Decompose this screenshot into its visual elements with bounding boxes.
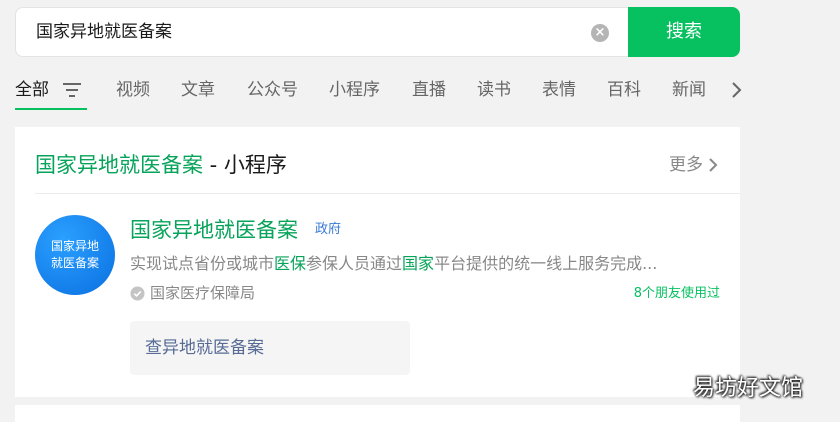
section-title: 国家异地就医备案 - 小程序 xyxy=(35,151,287,179)
search-input[interactable]: 国家异地就医备案 × xyxy=(15,7,629,57)
friends-used-count: 8个朋友使用过 xyxy=(633,286,720,301)
desc-text: 平台提供的统一线上服务完成... xyxy=(434,254,658,273)
tab-live[interactable]: 直播 xyxy=(412,78,446,102)
app-name-link[interactable]: 国家异地就医备案 xyxy=(130,216,298,244)
desc-text: 实现试点省份或城市 xyxy=(130,254,275,273)
clear-circle-icon[interactable]: × xyxy=(591,24,609,42)
tab-video[interactable]: 视频 xyxy=(116,78,150,102)
filter-icon[interactable] xyxy=(63,82,81,98)
divider xyxy=(35,193,740,194)
more-link[interactable]: 更多 xyxy=(669,153,718,177)
chevron-right-icon[interactable] xyxy=(730,80,744,100)
logo-text-line1: 国家异地 xyxy=(50,239,99,253)
provider-name: 国家医疗保障局 xyxy=(150,284,256,302)
government-tag: 政府 xyxy=(315,222,342,237)
section-title-suffix: - 小程序 xyxy=(203,153,287,177)
app-logo[interactable]: 国家异地 就医备案 xyxy=(35,215,115,295)
tab-encyclopedia[interactable]: 百科 xyxy=(607,78,641,102)
mini-program-result-card: 国家异地就医备案 - 小程序 更多 国家异地 就医备案 国家异地就医备案 政府 … xyxy=(15,127,740,397)
tab-all[interactable]: 全部 xyxy=(15,78,49,102)
next-result-card xyxy=(15,405,740,422)
tab-books[interactable]: 读书 xyxy=(477,78,511,102)
watermark: 易坊好文馆 xyxy=(693,376,804,401)
service-button[interactable]: 查异地就医备案 xyxy=(130,321,410,375)
tab-mini-program[interactable]: 小程序 xyxy=(329,78,380,102)
tab-news[interactable]: 新闻 xyxy=(672,78,706,102)
verified-badge-icon xyxy=(130,285,145,301)
desc-keyword: 国家 xyxy=(402,254,435,273)
active-tab-indicator xyxy=(15,108,87,110)
section-title-keyword: 国家异地就医备案 xyxy=(35,153,203,177)
search-button[interactable]: 搜索 xyxy=(628,7,740,57)
tab-stickers[interactable]: 表情 xyxy=(542,78,576,102)
logo-text-line2: 就医备案 xyxy=(50,256,99,270)
tab-official-account[interactable]: 公众号 xyxy=(247,78,298,102)
app-description: 实现试点省份或城市医保参保人员通过国家平台提供的统一线上服务完成... xyxy=(130,252,720,276)
desc-keyword: 医保 xyxy=(274,254,307,273)
category-tabs: 全部 视频 文章 公众号 小程序 直播 读书 表情 百科 新闻 xyxy=(15,74,750,110)
search-query-text[interactable]: 国家异地就医备案 xyxy=(36,20,172,44)
more-label: 更多 xyxy=(669,155,703,175)
desc-text: 参保人员通过 xyxy=(306,254,403,273)
provider-info: 国家医疗保障局 xyxy=(130,282,255,304)
chevron-right-icon xyxy=(709,158,718,172)
tab-article[interactable]: 文章 xyxy=(181,78,215,102)
